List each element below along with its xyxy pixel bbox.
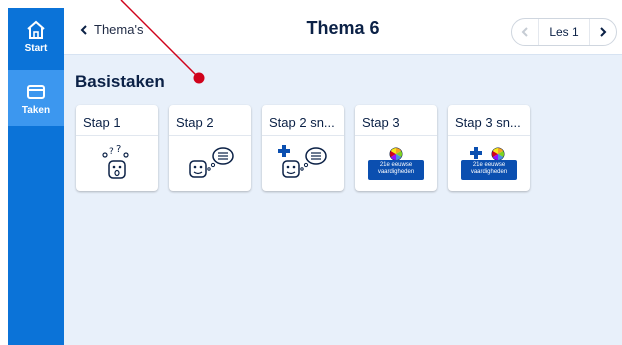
tile-artwork: ? ?	[76, 141, 158, 185]
21e-eeuwse-badge-icon: 21e eeuwse vaardigheden	[461, 160, 517, 180]
tile-divider	[76, 135, 158, 136]
tile-divider	[169, 135, 251, 136]
tile-label: Stap 3	[362, 115, 400, 130]
chevron-right-icon	[600, 27, 607, 37]
tile-label: Stap 2 sn...	[269, 115, 335, 130]
sidebar-item-start[interactable]: Start	[8, 8, 64, 64]
home-icon	[27, 20, 45, 39]
tile-stap-3-sn[interactable]: Stap 3 sn... 21e eeuwse vaardigheden	[448, 105, 530, 191]
tile-stap-3[interactable]: Stap 3 21e eeuwse vaardigheden	[355, 105, 437, 191]
app-frame: Start Taken Thema's Thema 6 Les 1 Basist…	[0, 0, 622, 345]
header: Thema's Thema 6 Les 1	[64, 8, 622, 55]
face-question-icon: ? ?	[102, 144, 129, 179]
previous-les-button[interactable]	[512, 19, 538, 45]
tile-divider	[262, 135, 344, 136]
sidebar: Start Taken	[8, 8, 64, 345]
next-les-button[interactable]	[590, 19, 616, 45]
tile-stap-2[interactable]: Stap 2	[169, 105, 251, 191]
badge-text-line-1: 21e eeuwse	[379, 162, 413, 168]
tile-label: Stap 3 sn...	[455, 115, 521, 130]
badge-text-line-2: vaardigheden	[377, 169, 415, 175]
color-wheel-icon	[389, 147, 403, 160]
plus-icon	[470, 147, 482, 159]
tile-label: Stap 1	[83, 115, 121, 130]
badge-text-line-1: 21e eeuwse	[472, 162, 506, 168]
sidebar-item-label: Taken	[21, 104, 51, 116]
tile-divider	[355, 135, 437, 136]
badge-text-line-2: vaardigheden	[470, 169, 508, 175]
section-title: Basistaken	[75, 72, 165, 91]
main-content: Basistaken Stap 1 ? ? Stap 2 Stap 2 sn..…	[64, 55, 622, 345]
tile-artwork: 21e eeuwse vaardigheden	[448, 141, 530, 185]
21e-eeuwse-badge-icon: 21e eeuwse vaardigheden	[368, 160, 424, 180]
chevron-left-icon	[521, 27, 528, 37]
sidebar-item-taken[interactable]: Taken	[8, 70, 64, 126]
tile-artwork	[262, 141, 344, 185]
tile-stap-1[interactable]: Stap 1 ? ?	[76, 105, 158, 191]
svg-text:?: ?	[109, 147, 114, 157]
tile-label: Stap 2	[176, 115, 214, 130]
face-speech-icon	[189, 147, 234, 178]
tile-divider	[448, 135, 530, 136]
svg-text:?: ?	[116, 144, 121, 155]
color-wheel-icon	[491, 147, 505, 160]
tile-stap-2-sn[interactable]: Stap 2 sn...	[262, 105, 344, 191]
sidebar-item-label: Start	[24, 42, 48, 54]
les-label: Les 1	[538, 19, 590, 45]
plus-face-speech-icon	[278, 145, 327, 178]
window-icon	[27, 84, 45, 99]
tile-artwork: 21e eeuwse vaardigheden	[355, 141, 437, 185]
tile-artwork	[169, 141, 251, 185]
les-navigator: Les 1	[511, 18, 617, 46]
